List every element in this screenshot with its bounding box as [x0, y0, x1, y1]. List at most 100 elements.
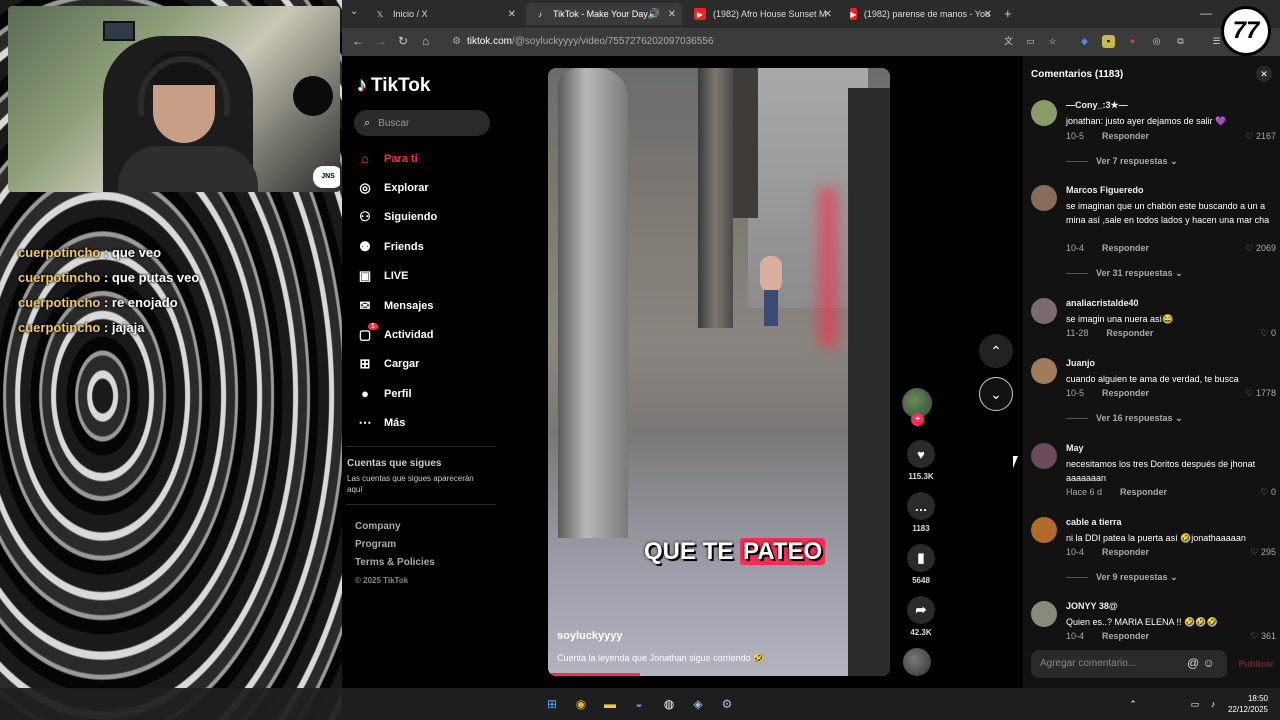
- comment-likes[interactable]: ♡ 0: [1260, 487, 1276, 498]
- comment-likes[interactable]: ♡ 1778: [1245, 388, 1276, 399]
- music-disc-avatar[interactable]: [903, 648, 931, 676]
- back-button[interactable]: ←: [352, 34, 364, 48]
- close-comments-button[interactable]: ✕: [1256, 66, 1272, 82]
- comment-likes[interactable]: ♡ 361: [1250, 631, 1276, 642]
- avatar[interactable]: [1031, 185, 1057, 211]
- video-player[interactable]: QUE TE PATEO soyluckyyyy Cuenta la leyen…: [548, 68, 890, 676]
- reply-button[interactable]: Responder: [1102, 131, 1149, 141]
- tab-youtube-2[interactable]: ▶ (1982) parense de manos - You ✕: [842, 3, 998, 25]
- follow-plus-button[interactable]: +: [911, 413, 924, 426]
- search-input[interactable]: ⌕ Buscar: [354, 110, 490, 136]
- comment-author[interactable]: Marcos Figueredo: [1066, 185, 1144, 195]
- comment-likes[interactable]: ♡ 2167: [1245, 131, 1276, 142]
- close-icon[interactable]: ✕: [824, 9, 832, 20]
- comment-author[interactable]: —Cony_:3★—: [1066, 100, 1128, 111]
- file-explorer-icon[interactable]: ▬: [601, 695, 619, 713]
- comment-likes[interactable]: ♡ 295: [1250, 547, 1276, 558]
- comment-author[interactable]: cable a tierra: [1066, 517, 1122, 527]
- sidebar-item-cargar[interactable]: ⊞ Cargar: [356, 350, 506, 379]
- settings-icon[interactable]: ⚙: [718, 695, 736, 713]
- sidebar-item-explorar[interactable]: ◎ Explorar: [356, 173, 506, 202]
- mention-icon[interactable]: @: [1187, 656, 1199, 670]
- sidebar-item-actividad[interactable]: ▢ 1 Actividad: [356, 320, 506, 349]
- volume-icon[interactable]: ♪: [1204, 695, 1222, 713]
- video-progress-bar[interactable]: [548, 673, 641, 676]
- reply-button[interactable]: Responder: [1102, 547, 1149, 557]
- comment-button[interactable]: … 1183: [902, 492, 940, 533]
- sidebar-item-live[interactable]: ▣ LIVE: [356, 262, 506, 291]
- view-replies-button[interactable]: Ver 9 respuestas ⌄: [1066, 572, 1178, 583]
- avatar[interactable]: [1031, 298, 1057, 324]
- reply-button[interactable]: Responder: [1102, 388, 1149, 398]
- puzzle-icon[interactable]: ⧉: [1174, 35, 1187, 48]
- translate-icon[interactable]: 文: [1002, 35, 1015, 48]
- new-tab-button[interactable]: +: [1004, 6, 1012, 21]
- next-video-button[interactable]: ⌄: [979, 377, 1013, 411]
- forward-button[interactable]: →: [375, 34, 387, 48]
- steam-icon[interactable]: ◈: [689, 695, 707, 713]
- minimize-button[interactable]: —: [1200, 6, 1212, 20]
- sidebar-item-para-ti[interactable]: ⌂ Para ti: [356, 144, 506, 173]
- sidebar-item-mas[interactable]: ⋯ Más: [356, 409, 506, 438]
- tray-chevron-icon[interactable]: ⌃: [1124, 695, 1142, 713]
- chrome-icon[interactable]: ◉: [572, 695, 590, 713]
- previous-video-button[interactable]: ⌃: [979, 334, 1013, 368]
- avatar[interactable]: [1031, 443, 1057, 469]
- view-replies-button[interactable]: Ver 16 respuestas ⌄: [1066, 413, 1183, 424]
- reload-button[interactable]: ↻: [398, 34, 408, 48]
- view-replies-button[interactable]: Ver 31 respuestas ⌄: [1066, 268, 1183, 279]
- reply-button[interactable]: Responder: [1102, 243, 1149, 253]
- extension-icon[interactable]: ▪: [1102, 35, 1115, 48]
- footer-link-program[interactable]: Program: [355, 536, 435, 554]
- network-icon[interactable]: ▭: [1186, 695, 1204, 713]
- reply-button[interactable]: Responder: [1102, 631, 1149, 641]
- avatar[interactable]: [1031, 358, 1057, 384]
- comment-author[interactable]: Juanjo: [1066, 358, 1095, 368]
- extension-icon[interactable]: ◆: [1078, 35, 1091, 48]
- discord-icon[interactable]: ◒: [630, 695, 648, 713]
- comment-author[interactable]: analiacristalde40: [1066, 298, 1139, 308]
- avatar[interactable]: [1031, 601, 1057, 627]
- system-clock[interactable]: 18:50 22/12/2025: [1228, 693, 1268, 715]
- close-icon[interactable]: ✕: [508, 9, 516, 20]
- sidebar-item-siguiendo[interactable]: ⚇ Siguiendo: [356, 203, 506, 232]
- comment-likes[interactable]: ♡ 0: [1260, 328, 1276, 339]
- save-button[interactable]: ▮ 5648: [902, 544, 940, 585]
- close-icon[interactable]: ✕: [984, 9, 992, 20]
- cast-icon[interactable]: ▭: [1024, 35, 1037, 48]
- reply-button[interactable]: Responder: [1106, 328, 1153, 338]
- tab-search-icon[interactable]: ⌄: [350, 6, 358, 17]
- footer-link-company[interactable]: Company: [355, 518, 435, 536]
- windows-start-icon[interactable]: ⊞: [543, 695, 561, 713]
- tab-tiktok[interactable]: ♪ TikTok - Make Your Day 🔊 ✕: [526, 3, 682, 25]
- url-field[interactable]: ⚙ tiktok.com/@soyluckyyyy/video/755727620…: [452, 31, 992, 53]
- comment-date: 10-4: [1066, 547, 1085, 557]
- tab-x[interactable]: 𝕏 Inicio / X ✕: [366, 3, 522, 25]
- comment-author[interactable]: JONYY 38@: [1066, 601, 1118, 611]
- home-button[interactable]: ⌂: [422, 34, 429, 48]
- close-icon[interactable]: ✕: [668, 9, 676, 20]
- comment-likes[interactable]: ♡ 2069: [1245, 243, 1276, 254]
- obs-icon[interactable]: ◍: [660, 695, 678, 713]
- comment-author[interactable]: May: [1066, 443, 1084, 453]
- avatar[interactable]: [1031, 517, 1057, 543]
- view-replies-button[interactable]: Ver 7 respuestas ⌄: [1066, 156, 1178, 167]
- sidebar-item-perfil[interactable]: ● Perfil: [356, 379, 506, 408]
- sidebar-item-mensajes[interactable]: ✉ Mensajes: [356, 291, 506, 320]
- reply-button[interactable]: Responder: [1120, 487, 1167, 497]
- post-comment-button[interactable]: Publicar: [1238, 659, 1274, 669]
- bookmark-star-icon[interactable]: ☆: [1046, 35, 1059, 48]
- site-info-icon[interactable]: ⚙: [452, 36, 461, 47]
- tiktok-logo[interactable]: ♪ TikTok: [357, 74, 430, 97]
- share-button[interactable]: ➦ 42.3K: [902, 596, 940, 637]
- sidebar-item-friends[interactable]: ⚉ Friends: [356, 232, 506, 261]
- emoji-icon[interactable]: ☺: [1203, 656, 1215, 670]
- tab-youtube-1[interactable]: ▶ (1982) Afro House Sunset M ✕: [686, 3, 838, 25]
- extension-icon[interactable]: ●: [1126, 35, 1139, 48]
- footer-link-terms[interactable]: Terms & Policies: [355, 554, 435, 572]
- video-author[interactable]: soyluckyyyy: [557, 630, 622, 642]
- like-button[interactable]: ♥ 115.3K: [902, 440, 940, 481]
- extension-icon[interactable]: ◎: [1150, 35, 1163, 48]
- speaker-icon[interactable]: 🔊: [648, 9, 660, 20]
- avatar[interactable]: [1031, 100, 1057, 126]
